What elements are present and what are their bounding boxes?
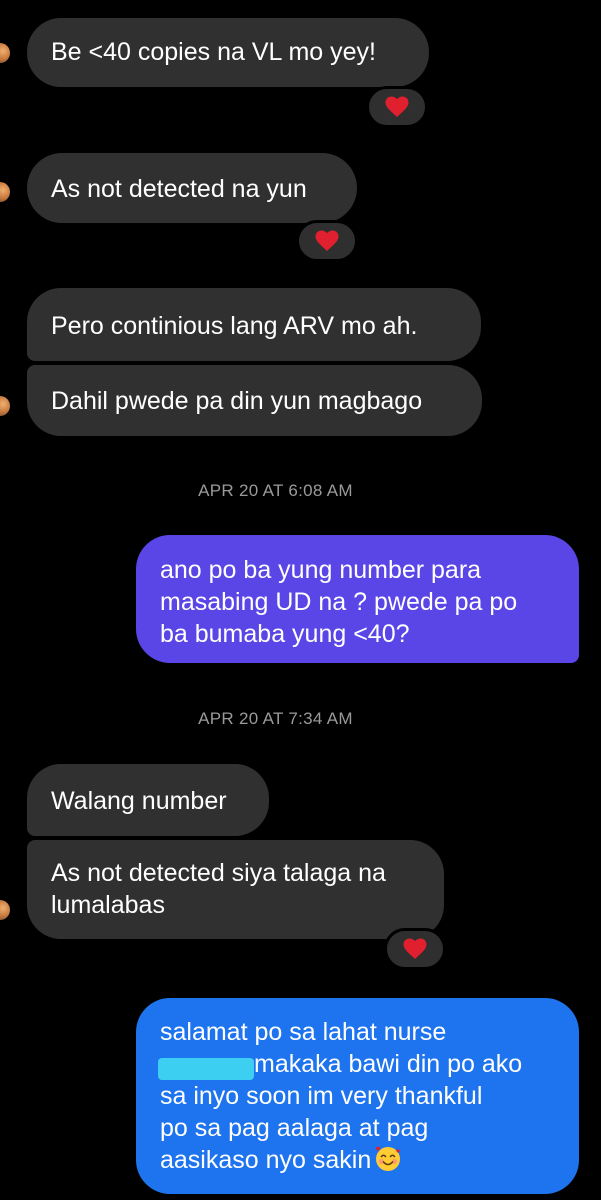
reaction-badge[interactable]: [296, 220, 358, 262]
message-text: po sa pag aalaga at pag: [160, 1114, 429, 1142]
message-text: salamat po sa lahat nurse: [160, 1018, 447, 1046]
message-text: ano po ba yung number para: [160, 556, 482, 584]
message-text: Be <40 copies na VL mo yey!: [51, 38, 376, 66]
reaction-badge[interactable]: [366, 86, 428, 128]
message-text: Pero continious lang ARV mo ah.: [51, 312, 418, 340]
message-text: lumalabas: [51, 891, 165, 919]
message-text: Dahil pwede pa din yun magbago: [51, 387, 423, 415]
message-text: Walang number: [51, 787, 227, 815]
timestamp: APR 20 AT 7:34 AM: [198, 709, 353, 728]
message-text: sa inyo soon im very thankful: [160, 1082, 483, 1110]
heart-icon: [315, 230, 339, 251]
redaction-scribble: [158, 1058, 254, 1080]
contact-avatar[interactable]: [0, 396, 10, 416]
message-text-fragment: aasikaso nyo sakin: [160, 1146, 372, 1174]
smiling-face-with-hearts-icon: [376, 1146, 401, 1171]
reaction-badge[interactable]: [384, 928, 446, 970]
message-text: ba bumaba yung <40?: [160, 620, 410, 648]
message-text: aasikaso nyo sakin: [160, 1144, 579, 1176]
sent-message[interactable]: salamat po sa lahat nurse makaka bawi di…: [136, 998, 579, 1194]
chat-screen: { "conversation": { "messages": [ {"id":…: [0, 0, 601, 1200]
message-text: As not detected na yun: [51, 175, 307, 203]
received-message[interactable]: Pero continious lang ARV mo ah.: [27, 288, 481, 361]
received-message[interactable]: Walang number: [27, 764, 269, 836]
contact-avatar[interactable]: [0, 900, 10, 920]
received-message[interactable]: Be <40 copies na VL mo yey!: [27, 18, 429, 87]
heart-icon: [403, 938, 427, 959]
sent-message[interactable]: ano po ba yung number para masabing UD n…: [136, 535, 579, 663]
message-text: masabing UD na ? pwede pa po: [160, 588, 518, 616]
received-message[interactable]: Dahil pwede pa din yun magbago: [27, 365, 482, 436]
contact-avatar[interactable]: [0, 43, 10, 63]
heart-icon: [385, 96, 409, 117]
message-text: As not detected siya talaga na: [51, 859, 386, 887]
received-message[interactable]: As not detected siya talaga na lumalabas: [27, 840, 444, 939]
timestamp: APR 20 AT 6:08 AM: [198, 481, 353, 500]
received-message[interactable]: As not detected na yun: [27, 153, 357, 223]
contact-avatar[interactable]: [0, 182, 10, 202]
